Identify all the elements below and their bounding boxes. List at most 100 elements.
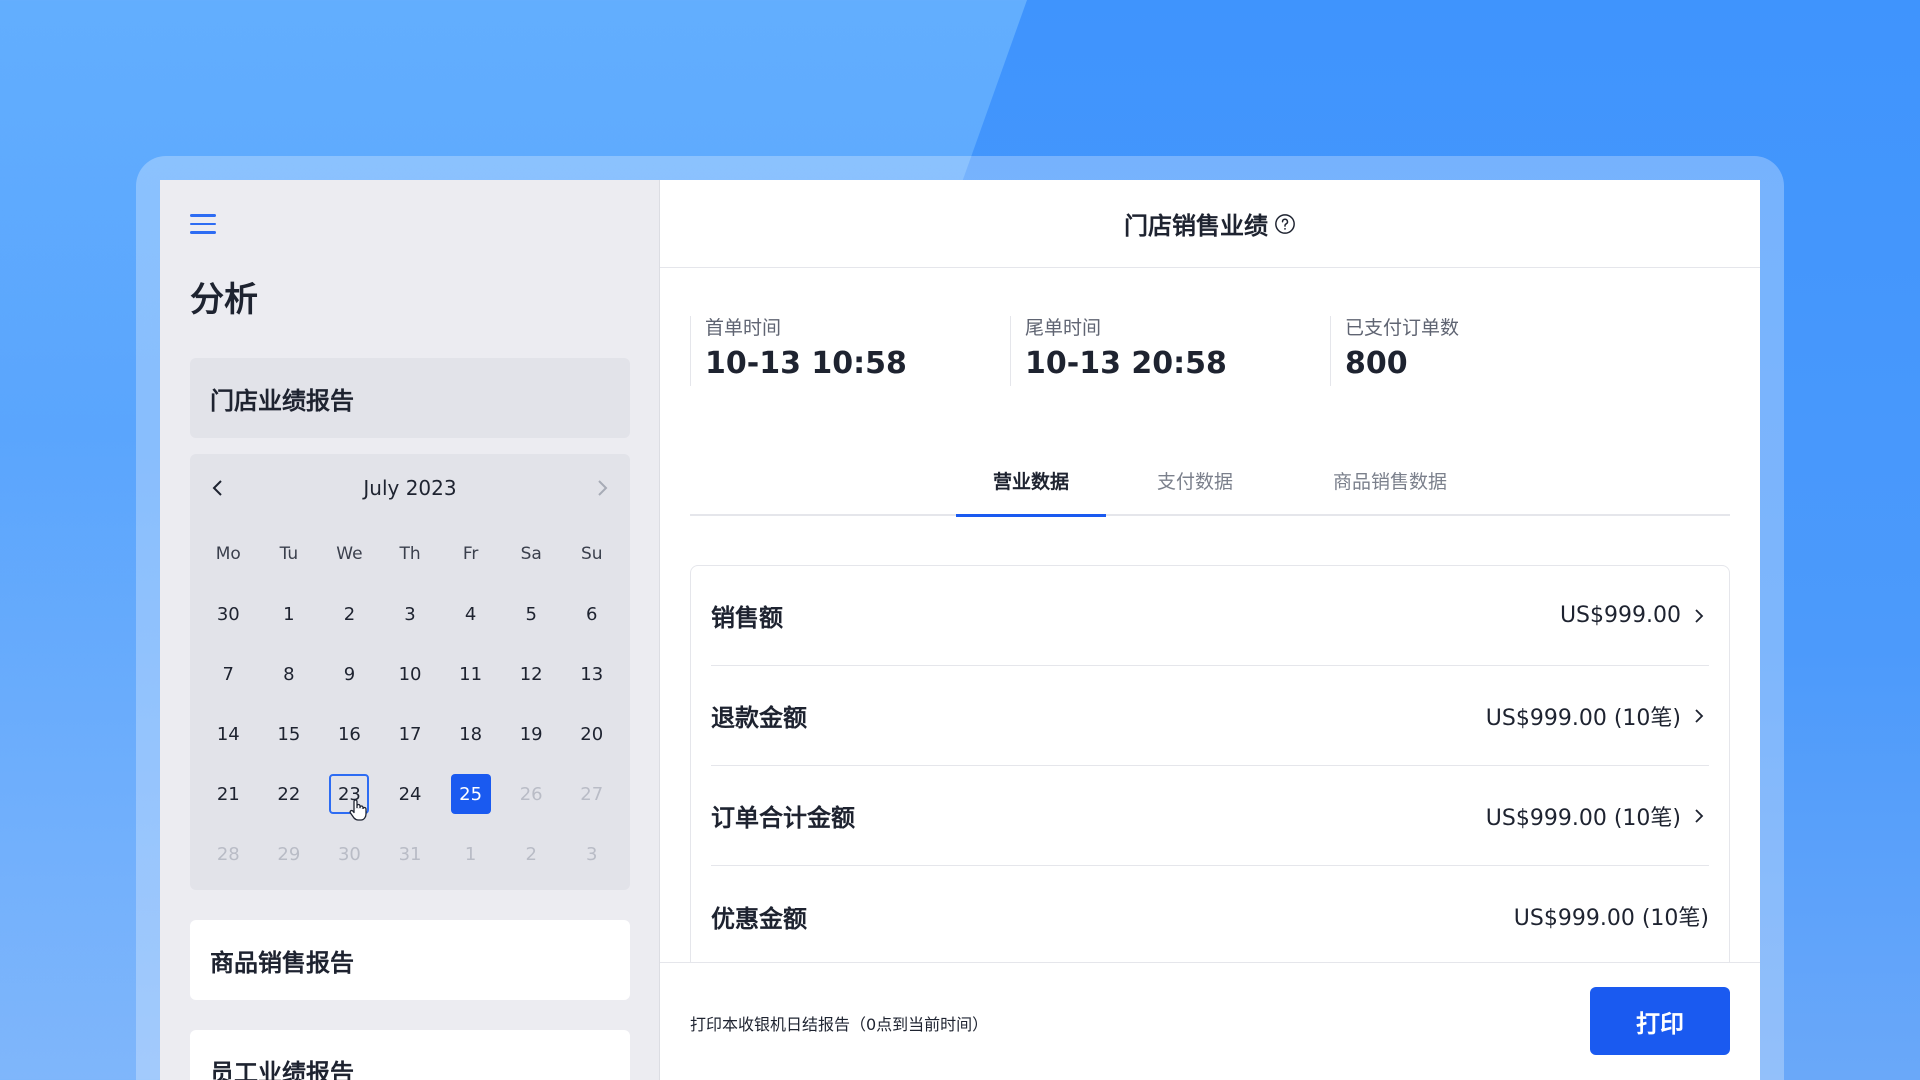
stat-value: 10-13 10:58 bbox=[705, 346, 907, 381]
calendar-week-row: 7 8 9 10 11 12 13 bbox=[198, 644, 622, 704]
stat-label: 首单时间 bbox=[705, 317, 782, 339]
calendar-day[interactable]: 2 bbox=[320, 594, 380, 634]
calendar-day[interactable]: 21 bbox=[199, 774, 259, 814]
stat-value: 800 bbox=[1345, 346, 1408, 381]
sidebar-item-label: 员工业绩报告 bbox=[210, 1058, 354, 1080]
print-description: 打印本收银机日结报告（0点到当前时间） bbox=[690, 1015, 989, 1034]
calendar-day[interactable]: 15 bbox=[259, 714, 319, 754]
stat-last-order: 尾单时间 10-13 20:58 bbox=[1010, 316, 1330, 386]
calendar-day[interactable]: 10 bbox=[380, 654, 440, 694]
metric-row-refund[interactable]: 退款金额 US$999.00 (10笔) bbox=[711, 666, 1709, 766]
sidebar-item-staff-report[interactable]: 员工业绩报告 bbox=[190, 1030, 630, 1080]
calendar-day[interactable]: 8 bbox=[259, 654, 319, 694]
calendar-day[interactable]: 13 bbox=[562, 654, 622, 694]
calendar-day-disabled: 3 bbox=[586, 843, 598, 865]
calendar-day[interactable]: 17 bbox=[380, 714, 440, 754]
calendar-day-disabled: 26 bbox=[519, 783, 543, 805]
calendar-day-disabled: 29 bbox=[277, 843, 301, 865]
metric-row-order-total[interactable]: 订单合计金额 US$999.00 (10笔) bbox=[711, 766, 1709, 866]
stat-first-order: 首单时间 10-13 10:58 bbox=[690, 316, 1010, 386]
calendar-day[interactable]: 19 bbox=[501, 714, 561, 754]
metric-label: 销售额 bbox=[711, 604, 783, 632]
calendar-day-selected[interactable]: 25 bbox=[441, 774, 501, 814]
sidebar: 分析 门店业绩报告 July 2023 Mo Tu We Th Fr Sa Su… bbox=[160, 180, 660, 1080]
page-header: 门店销售业绩 bbox=[660, 180, 1760, 268]
help-icon[interactable] bbox=[1274, 213, 1296, 235]
calendar-day[interactable]: 18 bbox=[441, 714, 501, 754]
metric-value: US$999.00 (10笔) bbox=[1485, 805, 1681, 831]
sidebar-item-label: 门店业绩报告 bbox=[210, 386, 354, 415]
calendar-day-disabled: 2 bbox=[525, 843, 537, 865]
calendar-grid: Mo Tu We Th Fr Sa Su 30 1 2 3 4 5 6 7 8 … bbox=[198, 524, 622, 884]
stat-value: 10-13 20:58 bbox=[1025, 346, 1227, 381]
calendar-day[interactable]: 30 bbox=[199, 594, 259, 634]
summary-stats: 首单时间 10-13 10:58 尾单时间 10-13 20:58 已支付订单数… bbox=[690, 316, 1650, 386]
metric-label: 优惠金额 bbox=[711, 904, 807, 933]
calendar-day[interactable]: 11 bbox=[441, 654, 501, 694]
metric-row-sales[interactable]: 销售额 US$999.00 bbox=[711, 566, 1709, 666]
chevron-right-icon bbox=[1695, 808, 1704, 823]
weekday-label: Tu bbox=[279, 544, 299, 564]
calendar-week-row: 30 1 2 3 4 5 6 bbox=[198, 584, 622, 644]
calendar-week-row: 28 29 30 31 1 2 3 bbox=[198, 824, 622, 884]
calendar-day[interactable]: 9 bbox=[320, 654, 380, 694]
calendar-day[interactable]: 1 bbox=[259, 594, 319, 634]
app-window: 分析 门店业绩报告 July 2023 Mo Tu We Th Fr Sa Su… bbox=[160, 180, 1760, 1080]
chevron-right-icon bbox=[1695, 708, 1704, 723]
stat-paid-orders: 已支付订单数 800 bbox=[1330, 316, 1650, 386]
calendar-week-row: 21 22 23 24 25 26 27 bbox=[198, 764, 622, 824]
calendar-day-hovered[interactable]: 23 bbox=[320, 774, 380, 821]
calendar-day[interactable]: 7 bbox=[199, 654, 259, 694]
metric-label: 订单合计金额 bbox=[711, 804, 855, 832]
calendar-day-disabled: 30 bbox=[337, 843, 361, 865]
tab-bar: 营业数据 支付数据 商品销售数据 bbox=[690, 462, 1730, 517]
print-footer: 打印本收银机日结报告（0点到当前时间） 打印 bbox=[660, 962, 1760, 1080]
calendar-day[interactable]: 4 bbox=[441, 594, 501, 634]
calendar-day[interactable]: 12 bbox=[501, 654, 561, 694]
metric-row-discount: 优惠金额 US$999.00 (10笔) bbox=[711, 866, 1709, 966]
calendar-day-disabled: 31 bbox=[398, 843, 422, 865]
tab-product-sales-data[interactable]: 商品销售数据 bbox=[1315, 462, 1465, 516]
sidebar-title: 分析 bbox=[190, 280, 258, 320]
calendar-day[interactable]: 24 bbox=[380, 774, 440, 814]
tab-business-data[interactable]: 营业数据 bbox=[956, 462, 1106, 517]
calendar-day[interactable]: 3 bbox=[380, 594, 440, 634]
calendar-day-disabled: 27 bbox=[580, 783, 604, 805]
metrics-list: 销售额 US$999.00 退款金额 US$999.00 (10笔) 订单合计金… bbox=[690, 565, 1730, 985]
calendar-day[interactable]: 20 bbox=[562, 714, 622, 754]
hand-cursor-icon bbox=[349, 799, 367, 821]
stat-label: 已支付订单数 bbox=[1345, 317, 1460, 339]
print-button[interactable]: 打印 bbox=[1590, 987, 1730, 1055]
metric-value: US$999.00 (10笔) bbox=[1485, 705, 1681, 731]
calendar-day-disabled: 1 bbox=[464, 843, 477, 865]
calendar-week-row: 14 15 16 17 18 19 20 bbox=[198, 704, 622, 764]
date-picker: July 2023 Mo Tu We Th Fr Sa Su 30 1 2 3 … bbox=[190, 454, 630, 890]
sidebar-item-store-report[interactable]: 门店业绩报告 bbox=[190, 358, 630, 438]
main-panel: 门店销售业绩 首单时间 10-13 10:58 尾单时间 10-13 20:58… bbox=[660, 180, 1760, 1080]
sidebar-item-product-report[interactable]: 商品销售报告 bbox=[190, 920, 630, 1000]
chevron-right-icon bbox=[1695, 608, 1704, 623]
calendar-day[interactable]: 16 bbox=[320, 714, 380, 754]
metric-value: US$999.00 (10笔) bbox=[1513, 906, 1709, 931]
calendar-day[interactable]: 22 bbox=[259, 774, 319, 814]
menu-icon[interactable] bbox=[190, 214, 216, 238]
chevron-right-icon[interactable] bbox=[590, 476, 614, 500]
metric-label: 退款金额 bbox=[711, 704, 807, 732]
calendar-header: July 2023 bbox=[190, 472, 630, 504]
sidebar-item-label: 商品销售报告 bbox=[210, 948, 354, 977]
stat-label: 尾单时间 bbox=[1025, 317, 1102, 339]
weekday-label: Mo bbox=[215, 544, 241, 564]
weekday-label: Th bbox=[399, 544, 421, 564]
weekday-label: Sa bbox=[520, 544, 542, 564]
metric-value: US$999.00 bbox=[1559, 603, 1681, 628]
tab-payment-data[interactable]: 支付数据 bbox=[1140, 462, 1250, 516]
calendar-day[interactable]: 14 bbox=[199, 714, 259, 754]
calendar-day[interactable]: 5 bbox=[501, 594, 561, 634]
calendar-day-disabled: 28 bbox=[216, 843, 240, 865]
calendar-day[interactable]: 6 bbox=[562, 594, 622, 634]
weekday-label: We bbox=[336, 544, 363, 564]
calendar-month-label: July 2023 bbox=[363, 476, 457, 500]
weekday-label: Fr bbox=[462, 544, 479, 564]
chevron-left-icon[interactable] bbox=[206, 476, 230, 500]
weekday-label: Su bbox=[580, 544, 603, 564]
